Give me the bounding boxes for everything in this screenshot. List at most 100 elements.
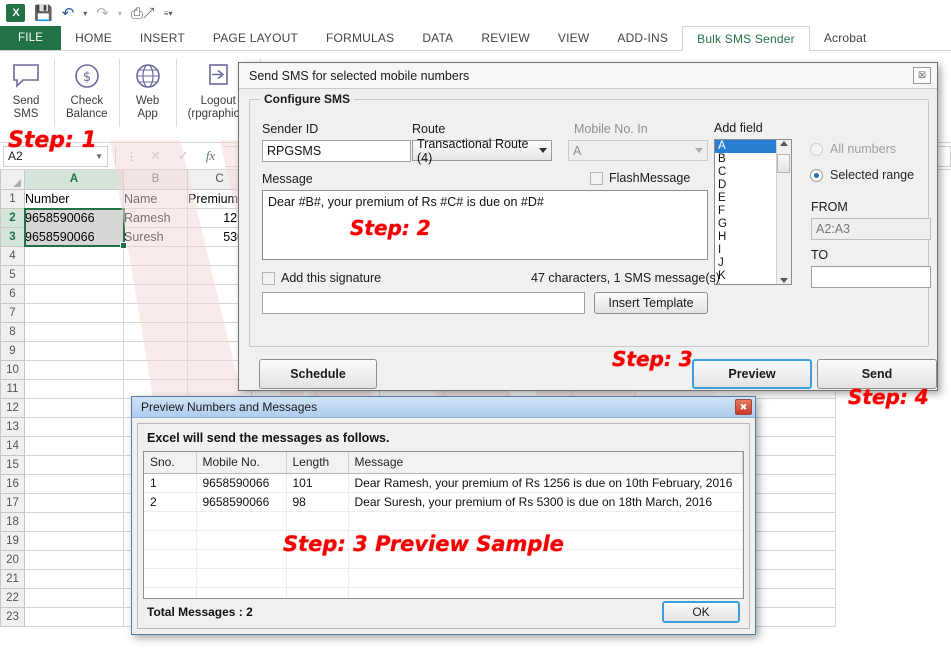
- scrollbar-thumb[interactable]: [777, 154, 790, 173]
- cancel-icon[interactable]: ✕: [150, 148, 161, 164]
- cell-B3[interactable]: Suresh: [123, 226, 188, 247]
- cell-B4[interactable]: [123, 245, 188, 266]
- add-field-scrollbar[interactable]: [776, 140, 791, 284]
- preview-table-container[interactable]: Sno. Mobile No. Length Message 1 96585900…: [143, 451, 744, 599]
- send-sms-dialog[interactable]: Send SMS for selected mobile numbers ☒ C…: [238, 62, 938, 391]
- preview-button[interactable]: Preview: [692, 359, 812, 389]
- send-sms-button[interactable]: Send SMS: [0, 55, 52, 126]
- cell-A22[interactable]: [24, 587, 124, 608]
- cell-B9[interactable]: [123, 340, 188, 361]
- row-header-9[interactable]: 9: [0, 340, 25, 361]
- row-header-10[interactable]: 10: [0, 359, 25, 380]
- preview-col-length[interactable]: Length: [286, 452, 349, 474]
- redo-icon[interactable]: ↷: [96, 6, 109, 21]
- row-header-4[interactable]: 4: [0, 245, 25, 266]
- add-field-item-l[interactable]: L: [715, 283, 776, 284]
- ribbon-tab-view[interactable]: VIEW: [544, 26, 603, 50]
- formula-bar-expand-icon[interactable]: ⋮: [126, 150, 137, 163]
- row-header-13[interactable]: 13: [0, 416, 25, 437]
- cell-A1[interactable]: Number: [24, 188, 124, 209]
- all-numbers-radio[interactable]: All numbers: [810, 142, 896, 156]
- cell-A15[interactable]: [24, 454, 124, 475]
- save-icon[interactable]: 💾: [34, 6, 53, 21]
- row-header-20[interactable]: 20: [0, 549, 25, 570]
- schedule-button[interactable]: Schedule: [259, 359, 377, 389]
- row-header-8[interactable]: 8: [0, 321, 25, 342]
- close-icon[interactable]: ☒: [913, 67, 931, 84]
- cell-B2[interactable]: Ramesh: [123, 207, 188, 228]
- cell-A14[interactable]: [24, 435, 124, 456]
- from-input[interactable]: A2:A3: [811, 218, 931, 240]
- check-balance-button[interactable]: $ Check Balance: [57, 55, 117, 126]
- row-header-11[interactable]: 11: [0, 378, 25, 399]
- row-header-23[interactable]: 23: [0, 606, 25, 627]
- add-field-item-e[interactable]: E: [715, 192, 776, 205]
- cell-B1[interactable]: Name: [123, 188, 188, 209]
- add-field-listbox[interactable]: ABCDEFGHIJKLMN: [714, 139, 792, 285]
- web-app-button[interactable]: Web App: [122, 55, 174, 126]
- row-header-17[interactable]: 17: [0, 492, 25, 513]
- cell-A7[interactable]: [24, 302, 124, 323]
- ribbon-tab-file[interactable]: FILE: [0, 26, 62, 50]
- cell-A18[interactable]: [24, 511, 124, 532]
- cell-A8[interactable]: [24, 321, 124, 342]
- insert-template-button[interactable]: Insert Template: [594, 292, 708, 314]
- preview-col-mobile[interactable]: Mobile No.: [196, 452, 287, 474]
- message-textarea[interactable]: Dear #B#, your premium of Rs #C# is due …: [262, 190, 708, 260]
- row-header-15[interactable]: 15: [0, 454, 25, 475]
- row-header-5[interactable]: 5: [0, 264, 25, 285]
- add-field-item-g[interactable]: G: [715, 218, 776, 231]
- cell-A5[interactable]: [24, 264, 124, 285]
- column-header-b[interactable]: B: [123, 170, 188, 190]
- cell-B6[interactable]: [123, 283, 188, 304]
- ribbon-tab-bulk-sms-sender[interactable]: Bulk SMS Sender: [682, 26, 810, 51]
- add-field-item-j[interactable]: J: [715, 257, 776, 270]
- ribbon-tab-page-layout[interactable]: PAGE LAYOUT: [199, 26, 312, 50]
- cell-A10[interactable]: [24, 359, 124, 380]
- cell-B7[interactable]: [123, 302, 188, 323]
- row-header-22[interactable]: 22: [0, 587, 25, 608]
- scroll-up-icon[interactable]: [780, 141, 788, 146]
- preview-col-message[interactable]: Message: [348, 452, 743, 474]
- customize-qat-icon[interactable]: ≡▾: [164, 9, 173, 18]
- flash-message-checkbox[interactable]: FlashMessage: [590, 171, 690, 185]
- add-field-item-c[interactable]: C: [715, 166, 776, 179]
- ribbon-tab-home[interactable]: HOME: [61, 26, 126, 50]
- row-header-3[interactable]: 3: [0, 226, 25, 247]
- row-header-19[interactable]: 19: [0, 530, 25, 551]
- cell-A2[interactable]: 9658590066: [24, 207, 124, 228]
- add-field-item-d[interactable]: D: [715, 179, 776, 192]
- to-input[interactable]: [811, 266, 931, 288]
- row-header-14[interactable]: 14: [0, 435, 25, 456]
- row-header-2[interactable]: 2: [0, 207, 25, 228]
- ribbon-tab-formulas[interactable]: FORMULAS: [312, 26, 408, 50]
- add-field-item-h[interactable]: H: [715, 231, 776, 244]
- preview-table-row[interactable]: 1 9658590066 101 Dear Ramesh, your premium …: [144, 473, 743, 493]
- row-header-12[interactable]: 12: [0, 397, 25, 418]
- mobile-no-in-select[interactable]: A: [568, 140, 708, 161]
- scroll-down-icon[interactable]: [780, 278, 788, 283]
- cell-B8[interactable]: [123, 321, 188, 342]
- row-header-21[interactable]: 21: [0, 568, 25, 589]
- add-field-item-i[interactable]: I: [715, 244, 776, 257]
- cell-A21[interactable]: [24, 568, 124, 589]
- cell-A11[interactable]: [24, 378, 124, 399]
- ok-button[interactable]: OK: [662, 601, 740, 623]
- cell-A20[interactable]: [24, 549, 124, 570]
- ribbon-tab-add-ins[interactable]: ADD-INS: [603, 26, 682, 50]
- confirm-icon[interactable]: ✓: [178, 148, 189, 164]
- insert-function-icon[interactable]: fx: [206, 148, 215, 164]
- cell-A13[interactable]: [24, 416, 124, 437]
- cell-A9[interactable]: [24, 340, 124, 361]
- route-select[interactable]: Transactional Route (4): [412, 137, 552, 165]
- add-field-item-f[interactable]: F: [715, 205, 776, 218]
- preview-dialog[interactable]: Preview Numbers and Messages ✖ Excel wil…: [131, 396, 756, 635]
- cell-A3[interactable]: 9658590066: [24, 226, 124, 247]
- cell-A4[interactable]: [24, 245, 124, 266]
- print-preview-icon[interactable]: ⎙↗: [131, 6, 155, 21]
- undo-icon[interactable]: ↶: [62, 6, 75, 21]
- cell-B10[interactable]: [123, 359, 188, 380]
- add-field-item-list[interactable]: ABCDEFGHIJKLMN: [715, 140, 776, 284]
- select-all-corner[interactable]: [0, 170, 25, 190]
- cell-A6[interactable]: [24, 283, 124, 304]
